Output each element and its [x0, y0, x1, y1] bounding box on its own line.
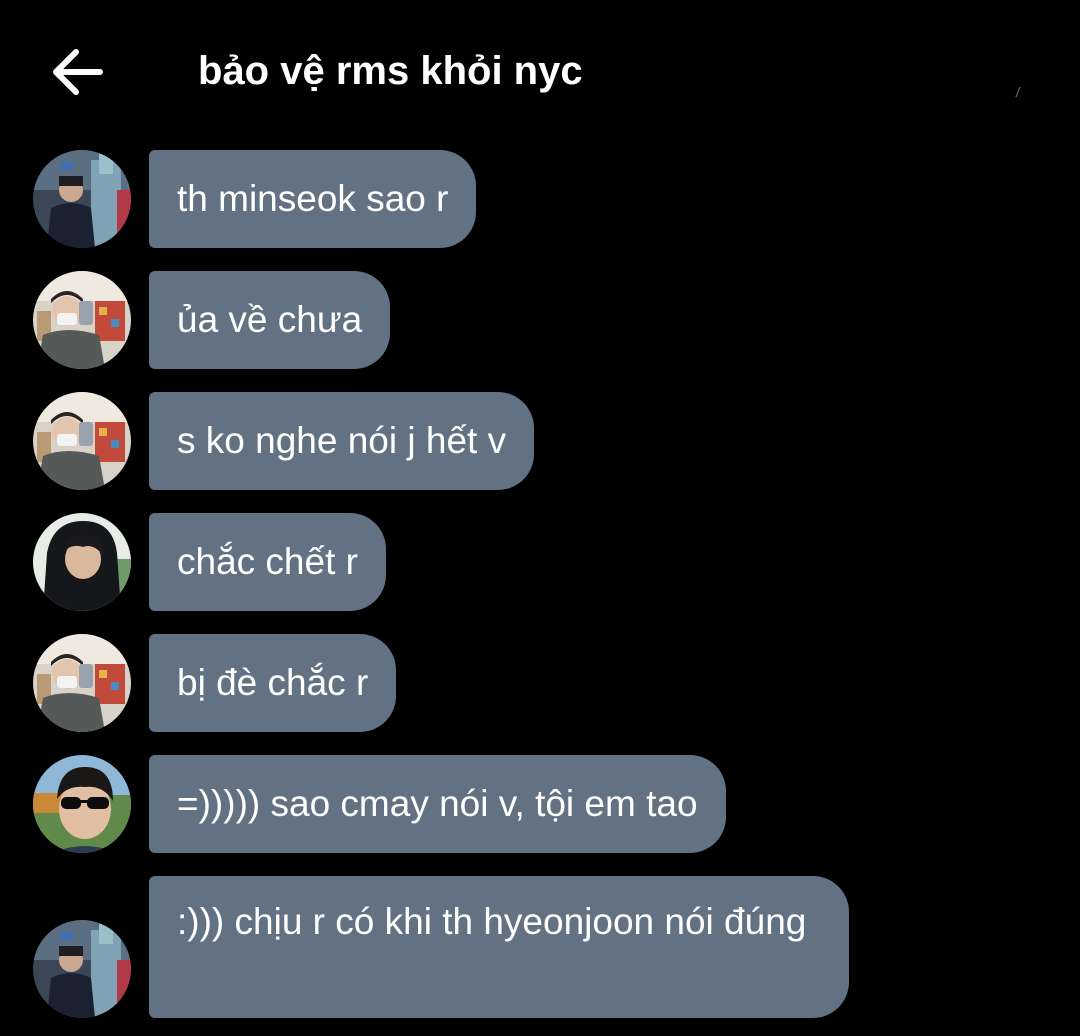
- message-bubble[interactable]: th minseok sao r: [149, 150, 477, 248]
- avatar-d[interactable]: [33, 755, 131, 853]
- avatar-c[interactable]: [33, 513, 131, 611]
- message-bubble[interactable]: s ko nghe nói j hết v: [149, 392, 535, 490]
- avatar-b[interactable]: [33, 392, 131, 490]
- avatar-b[interactable]: [33, 634, 131, 732]
- avatar-b[interactable]: [33, 271, 131, 369]
- message-bubble[interactable]: :))) chịu r có khi th hyeonjoon nói đúng: [149, 876, 849, 1018]
- message-bubble[interactable]: ủa về chưa: [149, 271, 391, 369]
- avatar-a[interactable]: [33, 150, 131, 248]
- message-list: th minseok sao r ủa về chưa s ko nghe nó…: [0, 0, 1080, 1036]
- message-bubble[interactable]: chắc chết r: [149, 513, 386, 611]
- avatar-a[interactable]: [33, 920, 131, 1018]
- message-bubble[interactable]: =))))) sao cmay nói v, tội em tao: [149, 755, 726, 853]
- message-bubble[interactable]: bị đè chắc r: [149, 634, 397, 732]
